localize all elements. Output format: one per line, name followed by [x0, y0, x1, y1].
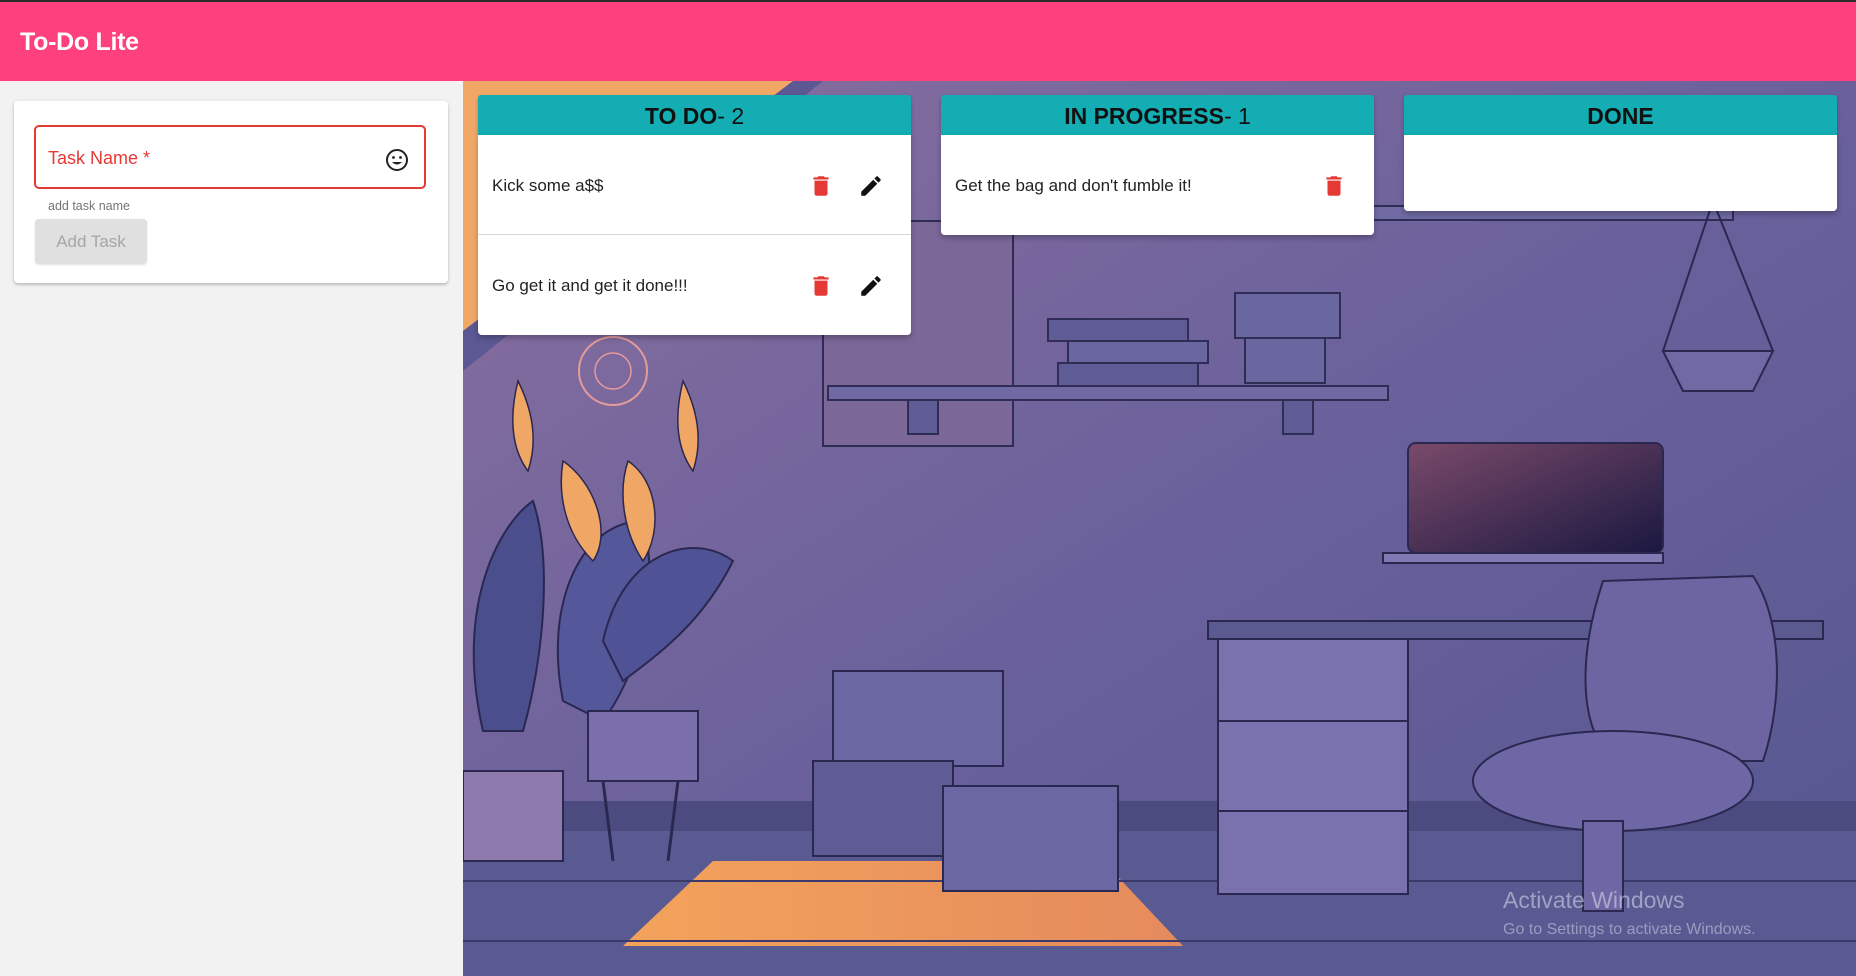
column-header-in-progress: IN PROGRESS- 1	[941, 95, 1374, 135]
add-task-form: Task Name * add task name Add Task	[14, 101, 448, 283]
emoji-picker-icon[interactable]	[385, 148, 409, 172]
task-text: Kick some a$$	[492, 176, 604, 195]
add-task-button[interactable]: Add Task	[35, 219, 147, 264]
task-name-input[interactable]: Task Name *	[34, 125, 426, 189]
column-count: - 1	[1223, 103, 1251, 129]
column-body-done	[1404, 135, 1837, 211]
app-header: To-Do Lite	[0, 0, 1856, 81]
windows-watermark-title: Activate Windows	[1503, 887, 1685, 913]
edit-icon[interactable]	[858, 173, 884, 199]
column-header-todo: TO DO- 2	[478, 95, 911, 135]
column-header-done: DONE	[1404, 95, 1837, 135]
helper-text: add task name	[48, 199, 130, 213]
column-body-in-progress: Get the bag and don't fumble it!	[941, 135, 1374, 235]
delete-icon[interactable]	[808, 173, 834, 199]
delete-icon[interactable]	[808, 273, 834, 299]
column-count: - 2	[717, 103, 745, 129]
column-body-todo: Kick some a$$ Go get it and get it done!…	[478, 135, 911, 335]
app-title: To-Do Lite	[20, 28, 139, 56]
task-text: Go get it and get it done!!!	[492, 276, 688, 295]
delete-icon[interactable]	[1321, 173, 1347, 199]
column-todo: TO DO- 2 Kick some a$$ Go get it and get…	[478, 95, 911, 335]
task-text: Get the bag and don't fumble it!	[955, 176, 1192, 195]
column-title: DONE	[1587, 103, 1654, 129]
task-card[interactable]: Go get it and get it done!!!	[478, 235, 911, 335]
column-done: DONE	[1404, 95, 1837, 211]
task-name-label: Task Name *	[48, 148, 151, 168]
edit-icon[interactable]	[858, 273, 884, 299]
column-title: TO DO	[644, 103, 718, 129]
left-panel: Task Name * add task name Add Task	[0, 81, 463, 976]
column-title: IN PROGRESS	[1064, 103, 1224, 129]
task-card[interactable]: Kick some a$$	[478, 135, 911, 235]
column-in-progress: IN PROGRESS- 1 Get the bag and don't fum…	[941, 95, 1374, 235]
kanban-board: TO DO- 2 Kick some a$$ Go get it and get…	[463, 81, 1856, 976]
windows-watermark-subtitle: Go to Settings to activate Windows.	[1503, 921, 1756, 938]
task-card[interactable]: Get the bag and don't fumble it!	[941, 135, 1374, 235]
empty-drop-zone[interactable]	[1404, 135, 1837, 211]
